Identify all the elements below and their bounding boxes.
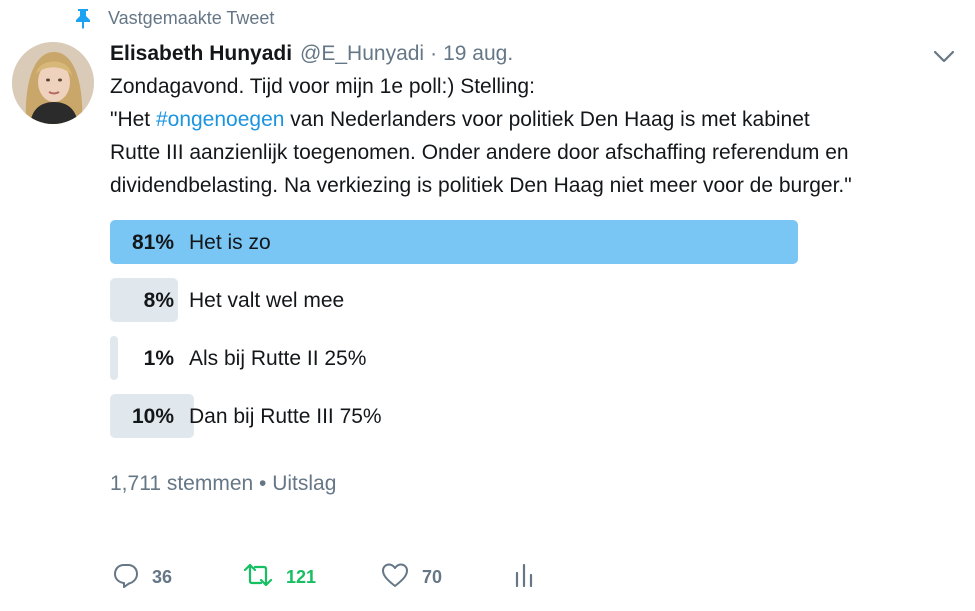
analytics-icon <box>512 561 536 594</box>
tweet-line: Zondagavond. Tijd voor mijn 1e poll:) St… <box>110 75 535 98</box>
author-name[interactable]: Elisabeth Hunyadi <box>110 42 292 66</box>
retweet-button[interactable]: 121 <box>242 561 380 594</box>
tweet-actions: 36 121 70 <box>112 560 536 594</box>
analytics-button[interactable] <box>512 561 536 594</box>
separator-dot: · <box>430 42 438 65</box>
poll-option-label: Het valt wel mee <box>189 289 345 312</box>
poll-percent: 8% <box>143 289 174 312</box>
tweet-line-prefix: "Het <box>110 108 156 131</box>
author-handle[interactable]: @E_Hunyadi <box>300 42 424 66</box>
reply-count: 36 <box>152 566 173 587</box>
poll-option-label: Het is zo <box>189 231 271 254</box>
pin-icon <box>70 6 96 30</box>
poll-percent: 81% <box>131 231 174 254</box>
pinned-indicator: Vastgemaakte Tweet <box>70 6 274 30</box>
poll-percent: 1% <box>143 347 174 370</box>
poll: 81% Het is zo 8% Het valt wel mee 1% Als… <box>110 220 810 452</box>
pinned-label: Vastgemaakte Tweet <box>108 7 275 28</box>
avatar[interactable] <box>12 42 94 124</box>
tweet-line: Rutte III aanzienlijk toegenomen. Onder … <box>110 141 849 164</box>
tweet-line: dividendbelasting. Na verkiezing is poli… <box>110 174 852 197</box>
poll-option-label: Dan bij Rutte III 75% <box>189 405 382 428</box>
tweet-line: "Het #ongenoegen van Nederlanders voor p… <box>110 103 960 136</box>
retweet-count: 121 <box>286 566 317 587</box>
tweet-date[interactable]: 19 aug. <box>443 42 513 66</box>
poll-option: 81% Het is zo <box>110 220 810 264</box>
retweet-icon <box>242 561 274 594</box>
reply-button[interactable]: 36 <box>112 561 242 594</box>
poll-option: 1% Als bij Rutte II 25% <box>110 336 810 380</box>
chevron-down-icon[interactable] <box>930 44 958 68</box>
tweet-header: Elisabeth Hunyadi @E_Hunyadi · 19 aug. <box>110 40 513 68</box>
poll-option-label: Als bij Rutte II 25% <box>189 347 367 370</box>
heart-icon <box>380 561 410 594</box>
like-button[interactable]: 70 <box>380 561 512 594</box>
tweet-line-rest: van Nederlanders voor politiek Den Haag … <box>290 108 810 131</box>
poll-percent: 10% <box>131 405 174 428</box>
reply-icon <box>112 561 140 594</box>
poll-meta: 1,711 stemmen • Uitslag <box>110 472 337 495</box>
like-count: 70 <box>422 566 443 587</box>
poll-option: 8% Het valt wel mee <box>110 278 810 322</box>
poll-option: 10% Dan bij Rutte III 75% <box>110 394 810 438</box>
tweet-text: Zondagavond. Tijd voor mijn 1e poll:) St… <box>110 70 960 202</box>
hashtag-link[interactable]: #ongenoegen <box>156 108 284 131</box>
